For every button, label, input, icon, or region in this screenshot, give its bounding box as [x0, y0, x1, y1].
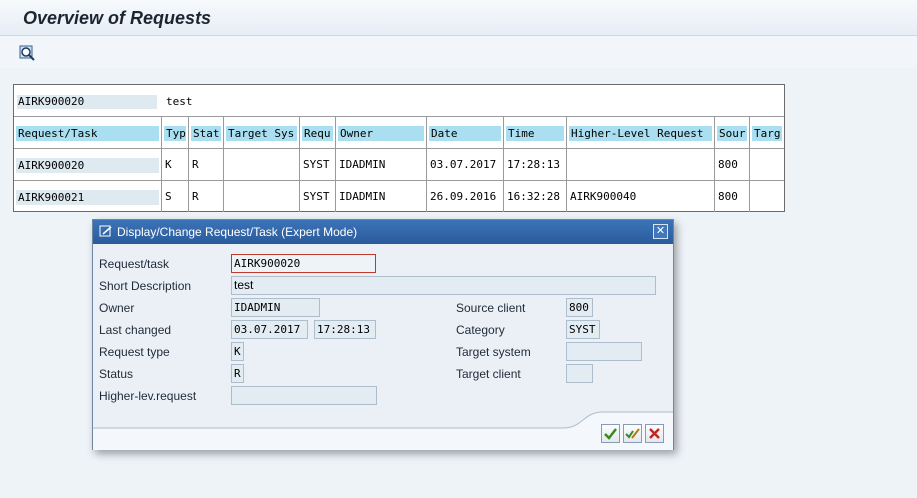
cell-type[interactable]: K	[162, 149, 189, 180]
source-client-field[interactable]: 800	[566, 298, 593, 317]
column-header-row: Request/Task Typ Stat Target Sys Requ Ow…	[14, 117, 784, 149]
cell-requ[interactable]: SYST	[300, 181, 336, 212]
cell-source[interactable]: 800	[715, 149, 750, 180]
cell-request-task[interactable]: AIRK900021	[14, 181, 162, 212]
col-header-request-task[interactable]: Request/Task	[14, 117, 162, 148]
find-icon[interactable]	[17, 43, 37, 63]
target-system-field[interactable]	[566, 342, 642, 361]
edit-button[interactable]	[623, 424, 642, 443]
col-header-requ[interactable]: Requ	[300, 117, 336, 148]
label-target-system: Target system	[456, 345, 531, 359]
cell-target[interactable]	[750, 149, 784, 180]
col-header-target-sys[interactable]: Target Sys	[224, 117, 300, 148]
col-header-time[interactable]: Time	[504, 117, 567, 148]
cell-requ[interactable]: SYST	[300, 149, 336, 180]
cell-owner[interactable]: IDADMIN	[336, 149, 427, 180]
requests-grid: AIRK900020 test Request/Task Typ Stat Ta…	[13, 84, 785, 212]
cell-status[interactable]: R	[189, 149, 224, 180]
target-client-field[interactable]	[566, 364, 593, 383]
grid-header-line: AIRK900020 test	[14, 85, 784, 117]
col-header-owner[interactable]: Owner	[336, 117, 427, 148]
label-short-description: Short Description	[99, 279, 192, 293]
close-button[interactable]: ✕	[653, 224, 668, 239]
request-type-field[interactable]: K	[231, 342, 244, 361]
col-header-type[interactable]: Typ	[162, 117, 189, 148]
edit-icon	[625, 428, 640, 439]
label-request-type: Request type	[99, 345, 170, 359]
short-description-field[interactable]: test	[231, 276, 656, 295]
cancel-icon	[649, 428, 660, 439]
table-row[interactable]: AIRK900020 K R SYST IDADMIN 03.07.2017 1…	[14, 149, 784, 181]
title-bar: Overview of Requests	[0, 0, 917, 36]
cell-time[interactable]: 17:28:13	[504, 149, 567, 180]
last-changed-date-field[interactable]: 03.07.2017	[231, 320, 308, 339]
label-request-task: Request/task	[99, 257, 170, 271]
col-header-higher-level-request[interactable]: Higher-Level Request	[567, 117, 715, 148]
cell-date[interactable]: 03.07.2017	[427, 149, 504, 180]
label-higher-lev-request: Higher-lev.request	[99, 389, 197, 403]
col-header-date[interactable]: Date	[427, 117, 504, 148]
cell-higher-level-request[interactable]: AIRK900040	[567, 181, 715, 212]
cell-target[interactable]	[750, 181, 784, 212]
cancel-button[interactable]	[645, 424, 664, 443]
cell-source[interactable]: 800	[715, 181, 750, 212]
cell-date[interactable]: 26.09.2016	[427, 181, 504, 212]
col-header-target[interactable]: Targ	[750, 117, 784, 148]
close-icon: ✕	[655, 225, 666, 237]
cell-owner[interactable]: IDADMIN	[336, 181, 427, 212]
label-source-client: Source client	[456, 301, 526, 315]
owner-field[interactable]: IDADMIN	[231, 298, 320, 317]
label-owner: Owner	[99, 301, 135, 315]
status-field[interactable]: R	[231, 364, 244, 383]
category-field[interactable]: SYST	[566, 320, 600, 339]
cell-status[interactable]: R	[189, 181, 224, 212]
cell-request-task[interactable]: AIRK900020	[14, 149, 162, 180]
header-description: test	[166, 95, 193, 108]
page-title: Overview of Requests	[23, 8, 212, 28]
table-row[interactable]: AIRK900021 S R SYST IDADMIN 26.09.2016 1…	[14, 181, 784, 213]
confirm-icon	[604, 428, 617, 440]
confirm-button[interactable]	[601, 424, 620, 443]
col-header-status[interactable]: Stat	[189, 117, 224, 148]
cell-target-sys[interactable]	[224, 181, 300, 212]
label-category: Category	[456, 323, 505, 337]
col-header-source[interactable]: Sour	[715, 117, 750, 148]
cell-higher-level-request[interactable]	[567, 149, 715, 180]
label-status: Status	[99, 367, 134, 381]
toolbar	[0, 36, 917, 68]
button-area-divider	[93, 411, 673, 450]
higher-lev-request-field[interactable]	[231, 386, 377, 405]
cell-target-sys[interactable]	[224, 149, 300, 180]
last-changed-time-field[interactable]: 17:28:13	[314, 320, 376, 339]
label-target-client: Target client	[456, 367, 521, 381]
label-last-changed: Last changed	[99, 323, 172, 337]
request-task-field[interactable]: AIRK900020	[231, 254, 376, 273]
dialog-title-bar[interactable]: Display/Change Request/Task (Expert Mode…	[93, 220, 673, 244]
cell-type[interactable]: S	[162, 181, 189, 212]
header-request[interactable]: AIRK900020	[17, 95, 157, 109]
dialog-title: Display/Change Request/Task (Expert Mode…	[117, 225, 358, 239]
edit-window-icon	[99, 225, 113, 238]
cell-time[interactable]: 16:32:28	[504, 181, 567, 212]
request-task-dialog: Display/Change Request/Task (Expert Mode…	[92, 219, 674, 450]
